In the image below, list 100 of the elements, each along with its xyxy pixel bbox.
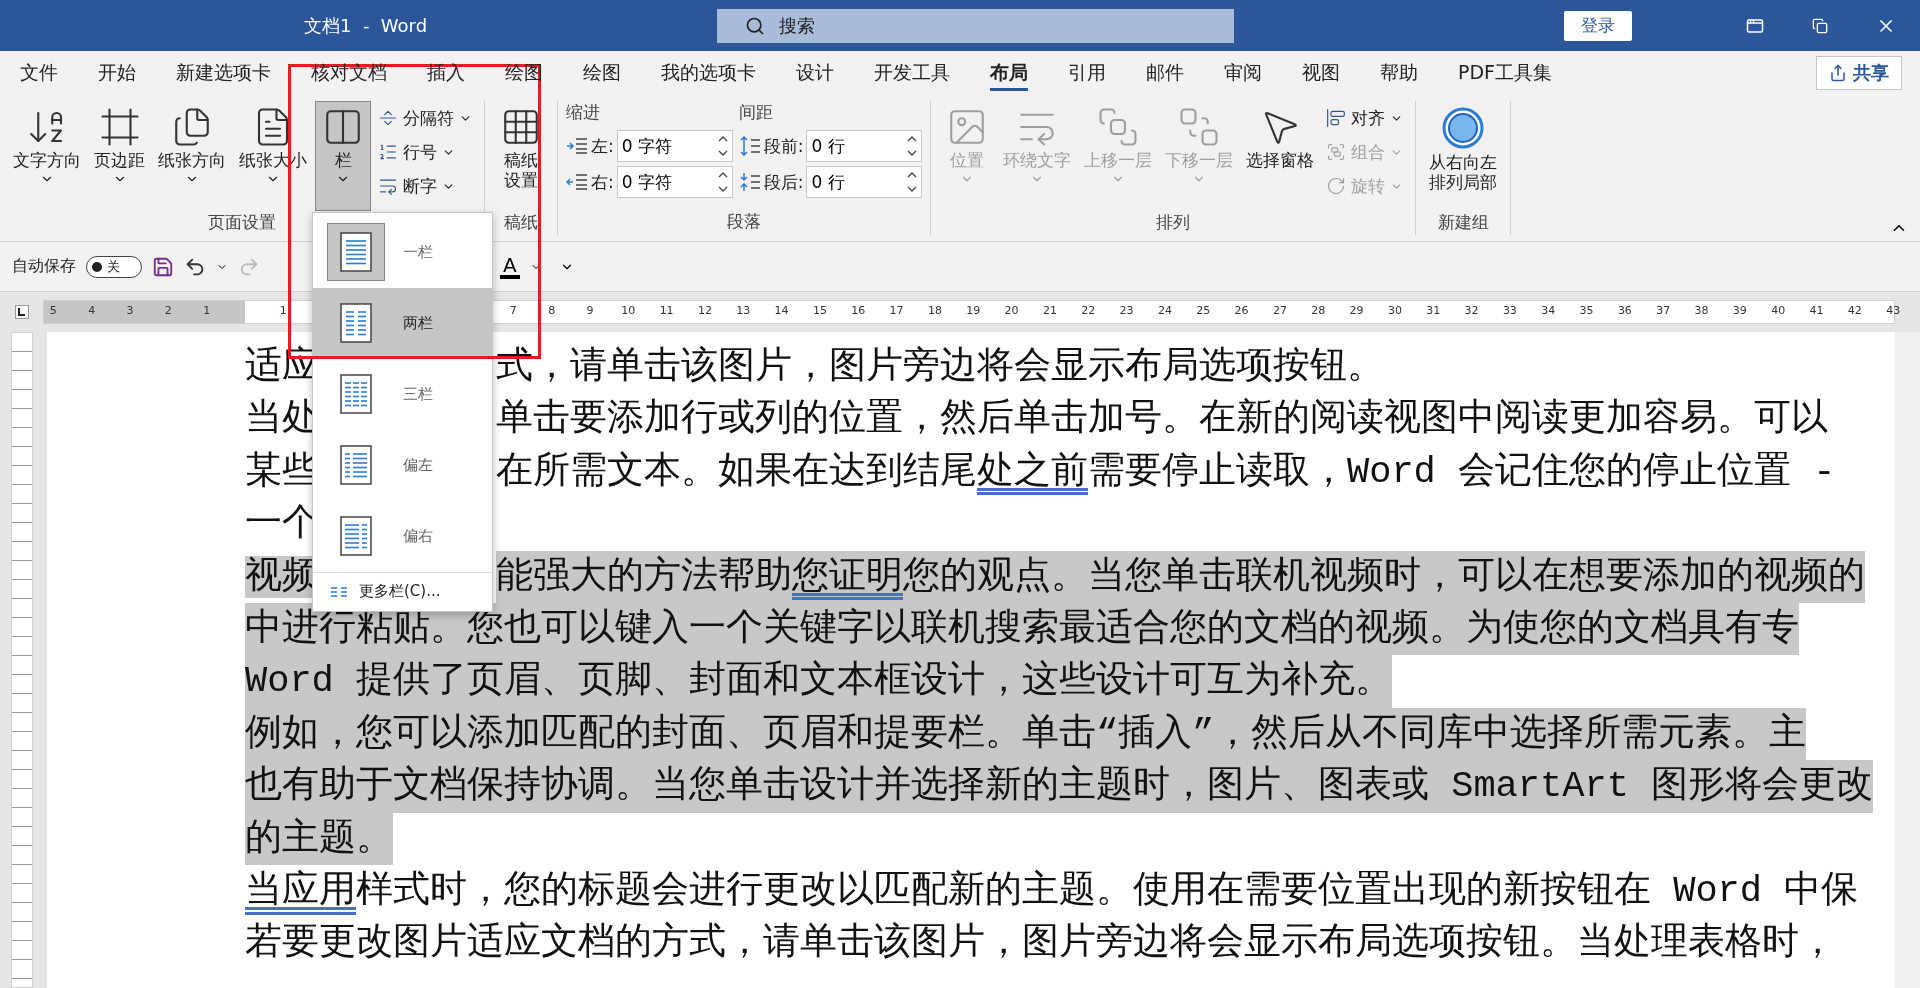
ruler-number: 34 xyxy=(1541,304,1556,317)
ruler-number: 42 xyxy=(1847,304,1862,317)
field-label: 左: xyxy=(591,134,614,158)
ribbon-button[interactable]: 纸张大小 xyxy=(234,101,312,211)
ruler-number: 29 xyxy=(1349,304,1364,317)
columns-icon xyxy=(331,585,347,598)
sign-in-button[interactable]: 登录 xyxy=(1564,10,1633,41)
columns-icon xyxy=(340,303,372,344)
ribbon-tab[interactable]: 新建选项卡 xyxy=(156,51,291,95)
autosave-label: 自动保存 xyxy=(12,256,76,277)
ribbon-button[interactable]: 稿纸设置 xyxy=(493,101,549,211)
ribbon-tab[interactable]: 核对文档 xyxy=(291,51,407,95)
ribbon-display-icon[interactable] xyxy=(1746,16,1764,35)
separator-icon xyxy=(378,108,398,128)
ribbon-button[interactable]: 页边距 xyxy=(89,101,150,211)
menu-item[interactable]: 偏左 xyxy=(313,429,492,501)
circle-icon xyxy=(1441,106,1486,150)
document-text: 处之前 xyxy=(977,449,1088,495)
ruler-number: 27 xyxy=(1272,304,1287,317)
save-icon[interactable] xyxy=(152,255,174,278)
ribbon-tab[interactable]: 开始 xyxy=(78,51,156,95)
spin-arrows-icon xyxy=(907,134,918,158)
ribbon-button[interactable]: 栏 xyxy=(315,101,371,211)
ribbon-button[interactable]: 分隔符 xyxy=(374,103,476,133)
document-text: 例如，您可以添加匹配的封面、页眉和提要栏。单击“插入”，然后从不同库中选择所需元素。主 xyxy=(245,707,1807,761)
document-text: 当应用 xyxy=(245,868,356,914)
group-icon xyxy=(1326,142,1347,162)
autosave-toggle[interactable]: 关 xyxy=(86,255,142,278)
ribbon-button[interactable]: 行号 xyxy=(374,137,476,167)
ruler-number: 25 xyxy=(1196,304,1211,317)
ribbon-button[interactable]: 文字方向 xyxy=(8,101,86,211)
ribbon-tab[interactable]: 审阅 xyxy=(1204,51,1282,95)
ruler-number: 13 xyxy=(736,304,751,317)
ribbon-tab[interactable]: PDF工具集 xyxy=(1438,51,1573,95)
ribbon-tab[interactable]: 开发工具 xyxy=(854,51,970,95)
ruler-number: 1 xyxy=(279,304,287,317)
document-text: 式，请单击该图片，图片旁边将会显示布局选项按钮。 xyxy=(496,345,1384,390)
ribbon-tab[interactable]: 邮件 xyxy=(1126,51,1204,95)
ruler-number: 23 xyxy=(1119,304,1134,317)
ruler-number: 21 xyxy=(1042,304,1057,317)
ruler-number: 24 xyxy=(1157,304,1172,317)
layers-icon xyxy=(1178,106,1221,148)
window-title: 文档1 - Word xyxy=(304,13,428,38)
document-text: 您的观点。当您单击联机视频时，可以在想要添加的视频的 xyxy=(903,550,1865,603)
number-field[interactable]: 0 行 xyxy=(806,166,923,198)
ribbon-button[interactable]: 选择窗格 xyxy=(1241,101,1320,211)
spacing-icon xyxy=(738,172,761,192)
restore-icon[interactable] xyxy=(1812,17,1828,34)
ruler-number: 38 xyxy=(1694,304,1709,317)
indent-icon xyxy=(566,173,588,191)
ribbon-button[interactable]: 纸张方向 xyxy=(153,101,231,211)
section-heading: 缩进 xyxy=(566,101,601,124)
ribbon-tab[interactable]: 帮助 xyxy=(1360,51,1438,95)
ruler-number: 12 xyxy=(697,304,712,317)
ribbon-tab[interactable]: 布局 xyxy=(970,51,1048,95)
document-text: 也有助于文档保持协调。当您单击设计并选择新的主题时，图片、图表或 SmartArt 图形将会更改 xyxy=(245,760,1874,813)
menu-item[interactable]: 两栏 xyxy=(313,287,492,359)
ruler-number: 18 xyxy=(927,304,942,317)
document-text: 需要停止读取，Word 会记住您的停止位置 - xyxy=(1088,449,1836,495)
ruler-number: 11 xyxy=(659,304,674,317)
ruler-number: 35 xyxy=(1579,304,1594,317)
ruler-number: 9 xyxy=(586,304,594,317)
number-field[interactable]: 0 字符 xyxy=(616,130,733,162)
menu-item[interactable]: 更多栏(C)... xyxy=(313,571,492,611)
share-button[interactable]: 共享 xyxy=(1816,56,1902,90)
ribbon-button[interactable]: 断字 xyxy=(374,171,476,201)
ribbon-tab[interactable]: 插入 xyxy=(407,51,485,95)
menu-item[interactable]: 一栏 xyxy=(313,217,492,288)
document-text: 您证明 xyxy=(792,550,903,603)
number-field[interactable]: 0 行 xyxy=(806,130,923,162)
ruler-number: 43 xyxy=(1886,304,1901,317)
ribbon-tab[interactable]: 文件 xyxy=(0,51,78,95)
document-text: 中进行粘贴。您也可以键入一个关键字以联机搜索最适合您的文档的视频。为使您的文档具有专 xyxy=(245,602,1799,656)
ruler-number: 33 xyxy=(1502,304,1517,317)
field-label: 右: xyxy=(591,170,614,194)
group-label: 新建组 xyxy=(1437,211,1489,234)
search-field[interactable]: 搜索 xyxy=(717,8,1235,43)
ruler-number: 1 xyxy=(203,304,211,317)
section-heading: 间距 xyxy=(738,101,774,124)
ribbon-tab[interactable]: 引用 xyxy=(1048,51,1126,95)
ruler-number: 16 xyxy=(851,304,866,317)
ribbon-button[interactable]: 对齐 xyxy=(1322,103,1408,133)
ruler-number: 19 xyxy=(966,304,981,317)
document-text: 的主题。 xyxy=(245,812,393,865)
ruler-number: 17 xyxy=(889,304,904,317)
number-field[interactable]: 0 字符 xyxy=(616,166,733,198)
font-color-button[interactable]: A xyxy=(500,254,520,279)
search-icon xyxy=(745,15,766,36)
tab-stop-icon[interactable] xyxy=(14,305,29,319)
ribbon-tab[interactable]: 我的选项卡 xyxy=(641,51,776,95)
ruler-number: 32 xyxy=(1464,304,1479,317)
columns-icon xyxy=(340,232,372,273)
ribbon-tab[interactable]: 设计 xyxy=(776,51,854,95)
ribbon-button[interactable]: 从右向左排列局部 xyxy=(1424,101,1503,211)
ribbon-tab[interactable]: 视图 xyxy=(1282,51,1360,95)
group-label: 稿纸 xyxy=(504,211,538,234)
share-icon xyxy=(1829,64,1847,82)
ribbon-tab[interactable]: 绘图 xyxy=(563,51,641,95)
ruler-number: 7 xyxy=(509,304,517,317)
menu-item[interactable]: 三栏 xyxy=(313,358,492,430)
